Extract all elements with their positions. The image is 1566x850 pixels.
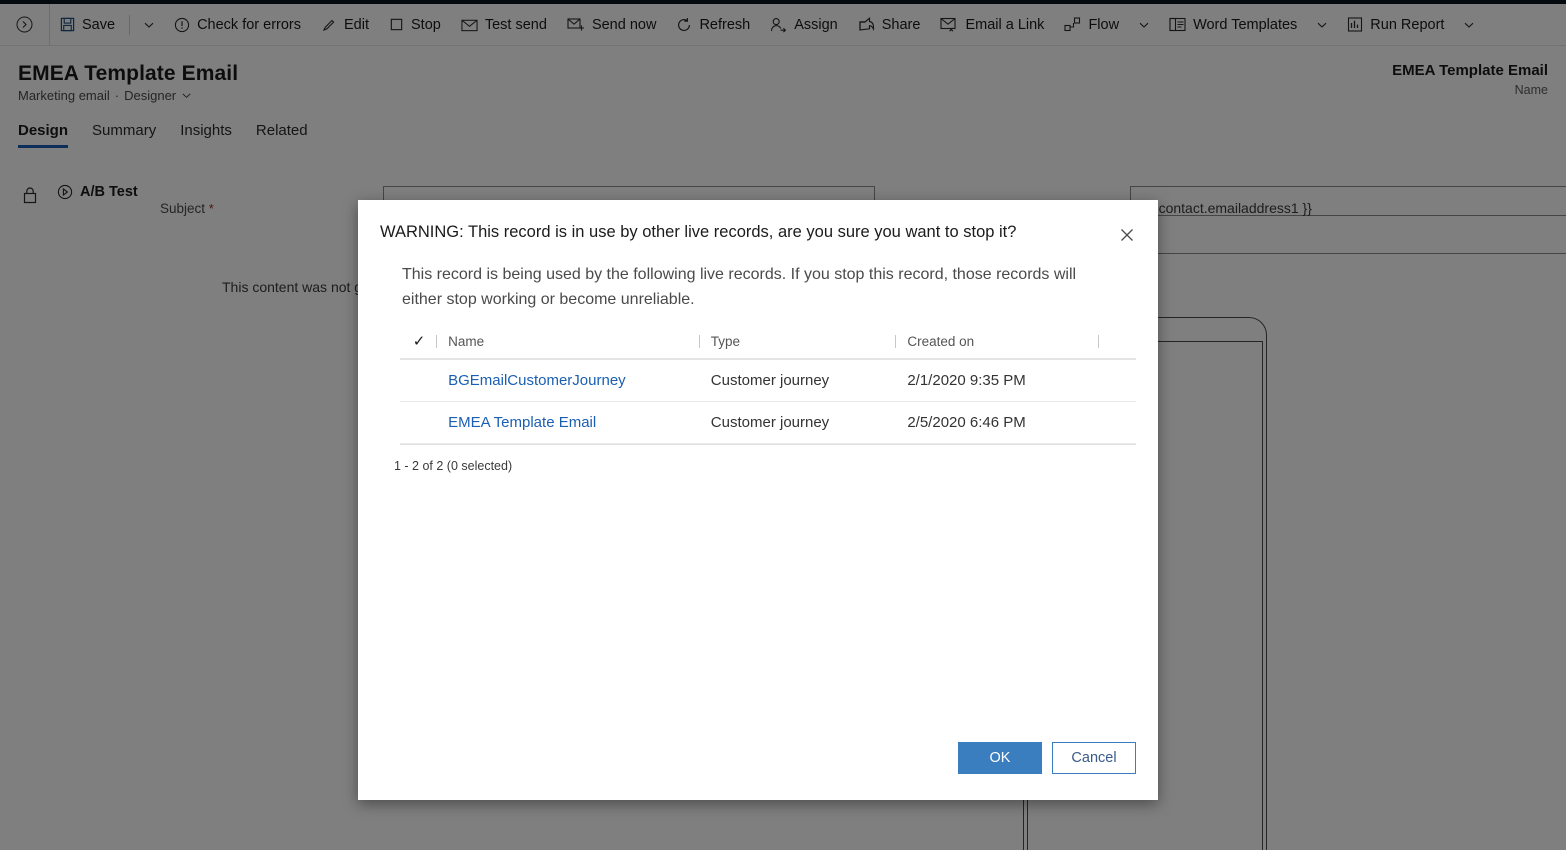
table-head: ✓ Name Type Created on: [400, 333, 1136, 361]
close-button[interactable]: [1114, 222, 1140, 248]
live-records-grid: ✓ Name Type Created on BGEmailCustomerJo…: [400, 333, 1136, 446]
record-link[interactable]: EMEA Template Email: [448, 414, 596, 431]
dialog-title: WARNING: This record is in use by other …: [380, 223, 1017, 241]
dialog-footer: OK Cancel: [358, 742, 1158, 800]
row-type: Customer journey: [698, 401, 896, 445]
row-created-on: 2/1/2020 9:35 PM: [895, 359, 1098, 403]
table-body: BGEmailCustomerJourney Customer journey …: [400, 359, 1136, 445]
close-icon: [1121, 229, 1133, 241]
row-name: EMEA Template Email: [436, 401, 699, 445]
column-header-created-on[interactable]: Created on: [895, 334, 1098, 361]
record-link[interactable]: BGEmailCustomerJourney: [448, 372, 626, 389]
column-header-type[interactable]: Type: [698, 334, 896, 361]
row-name: BGEmailCustomerJourney: [436, 359, 699, 403]
dialog-spacer: [358, 473, 1158, 742]
row-checkbox[interactable]: [400, 401, 437, 445]
app-root: Save Check for errors: [0, 0, 1566, 850]
table-row[interactable]: BGEmailCustomerJourney Customer journey …: [400, 359, 1136, 403]
row-spacer: [1097, 359, 1136, 403]
cancel-button[interactable]: Cancel: [1052, 742, 1136, 774]
checkmark-icon: ✓: [412, 333, 426, 351]
records-table: ✓ Name Type Created on BGEmailCustomerJo…: [400, 333, 1136, 445]
column-header-spacer: [1097, 334, 1136, 361]
row-created-on: 2/5/2020 6:46 PM: [895, 401, 1098, 445]
select-all-header[interactable]: ✓: [400, 333, 437, 361]
column-header-name[interactable]: Name: [436, 334, 699, 361]
table-header-row: ✓ Name Type Created on: [400, 333, 1136, 361]
row-type: Customer journey: [698, 359, 896, 403]
table-row[interactable]: EMEA Template Email Customer journey 2/5…: [400, 401, 1136, 445]
grid-record-count: 1 - 2 of 2 (0 selected): [394, 459, 513, 474]
row-spacer: [1097, 401, 1136, 445]
row-checkbox[interactable]: [400, 359, 437, 403]
dialog-header: WARNING: This record is in use by other …: [358, 200, 1158, 243]
stop-record-warning-dialog: WARNING: This record is in use by other …: [358, 200, 1158, 800]
ok-button[interactable]: OK: [958, 742, 1042, 774]
dialog-description: This record is being used by the followi…: [402, 266, 1077, 308]
